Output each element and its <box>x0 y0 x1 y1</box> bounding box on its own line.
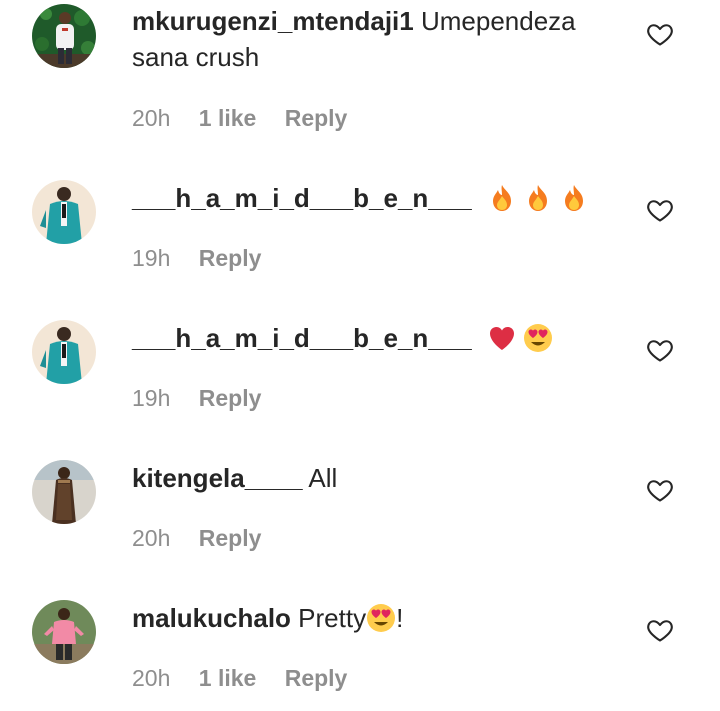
comment-likes-count[interactable]: 1 like <box>199 665 257 691</box>
avatar[interactable] <box>32 180 96 244</box>
comment-time: 20h <box>132 665 171 691</box>
red-heart-emoji <box>487 323 517 353</box>
comment-meta: 19h Reply <box>132 243 261 273</box>
avatar[interactable] <box>32 600 96 664</box>
avatar[interactable] <box>32 460 96 524</box>
heart-outline-icon[interactable] <box>646 196 674 224</box>
fire-emoji <box>559 183 589 213</box>
comment-meta: 20h Reply <box>132 523 261 553</box>
comment-time: 20h <box>132 525 171 551</box>
comment-body: mkurugenzi_mtendaji1 Umependeza sana cru… <box>132 3 602 75</box>
comment-time: 19h <box>132 245 171 271</box>
avatar[interactable] <box>32 4 96 68</box>
comment-body: malukuchalo Pretty ! <box>132 600 602 636</box>
heart-eyes-emoji <box>523 323 553 353</box>
comment-time: 19h <box>132 385 171 411</box>
heart-eyes-emoji <box>366 603 396 633</box>
comment-username[interactable]: kitengela____ <box>132 463 303 493</box>
comment-likes-count[interactable]: 1 like <box>199 105 257 131</box>
comment-body: ___h_a_m_i_d___b_e_n___ <box>132 180 602 216</box>
comment-meta: 20h 1 like Reply <box>132 663 347 693</box>
heart-outline-icon[interactable] <box>646 476 674 504</box>
comment-username[interactable]: malukuchalo <box>132 603 291 633</box>
comment-username[interactable]: mkurugenzi_mtendaji1 <box>132 6 414 36</box>
heart-outline-icon[interactable] <box>646 336 674 364</box>
fire-emoji <box>487 183 517 213</box>
comment-emojis <box>487 183 589 213</box>
comment-text: Pretty <box>298 603 367 633</box>
comment-text: All <box>308 463 338 493</box>
heart-outline-icon[interactable] <box>646 616 674 644</box>
reply-button[interactable]: Reply <box>199 525 262 551</box>
comment-meta: 19h Reply <box>132 383 261 413</box>
comment-emojis <box>487 323 553 353</box>
comment-body: ___h_a_m_i_d___b_e_n___ <box>132 320 602 356</box>
comment-time: 20h <box>132 105 171 131</box>
comment-text-suffix: ! <box>396 603 404 633</box>
comment-username[interactable]: ___h_a_m_i_d___b_e_n___ <box>132 183 472 213</box>
comment-meta: 20h 1 like Reply <box>132 103 347 133</box>
reply-button[interactable]: Reply <box>199 385 262 411</box>
avatar[interactable] <box>32 320 96 384</box>
reply-button[interactable]: Reply <box>285 105 348 131</box>
fire-emoji <box>523 183 553 213</box>
comment-username[interactable]: ___h_a_m_i_d___b_e_n___ <box>132 323 472 353</box>
heart-outline-icon[interactable] <box>646 20 674 48</box>
reply-button[interactable]: Reply <box>199 245 262 271</box>
comment-body: kitengela____ All <box>132 460 602 496</box>
reply-button[interactable]: Reply <box>285 665 348 691</box>
